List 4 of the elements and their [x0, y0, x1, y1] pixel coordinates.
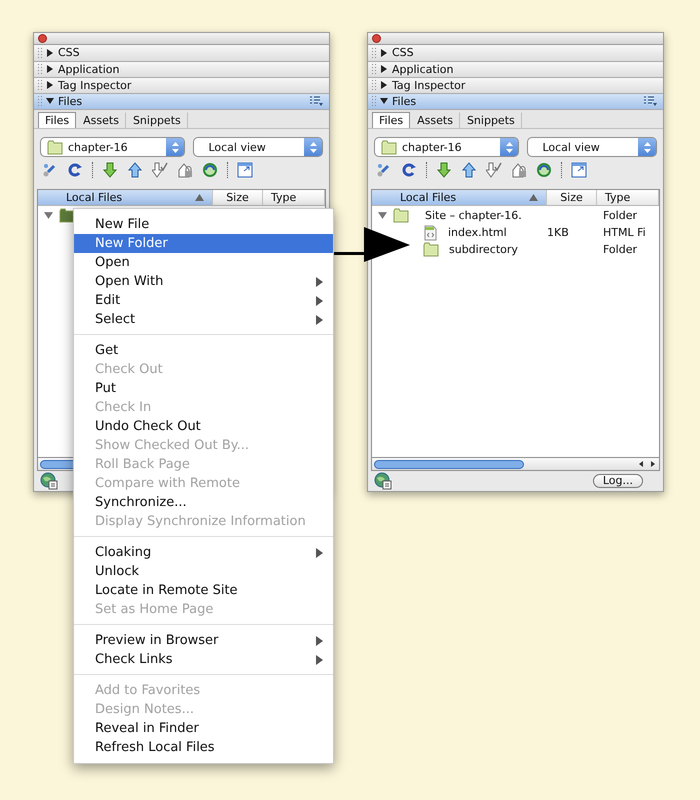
file-size: 1KB	[547, 226, 569, 239]
file-type: HTML Fi	[603, 226, 646, 239]
file-type: Folder	[603, 209, 637, 222]
file-type: Folder	[603, 243, 637, 256]
